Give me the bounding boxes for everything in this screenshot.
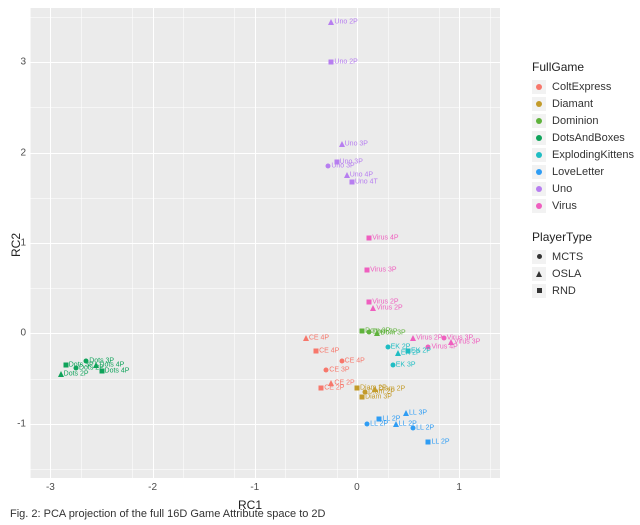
legend-item-game: LoveLetter <box>532 163 634 180</box>
data-point <box>349 179 354 184</box>
data-point-label: LL 2P <box>431 438 449 445</box>
data-point-label: Virus 3P <box>370 267 396 274</box>
data-point <box>406 349 411 354</box>
data-point <box>303 335 309 341</box>
data-point <box>58 371 64 377</box>
data-point-label: Diam 2P <box>378 386 405 393</box>
data-point-label: EK 2P <box>401 350 421 357</box>
data-point-label: Virus 3P <box>454 339 480 346</box>
data-point <box>326 164 331 169</box>
data-point <box>372 386 378 392</box>
data-point-label: CE 3P <box>329 366 349 373</box>
data-point <box>448 339 454 345</box>
data-point <box>324 367 329 372</box>
data-point <box>393 421 399 427</box>
x-tick: 0 <box>354 482 360 493</box>
y-tick: 2 <box>12 147 26 158</box>
x-tick: -1 <box>250 482 259 493</box>
data-point <box>360 328 365 333</box>
data-point <box>328 380 334 386</box>
data-point <box>339 141 345 147</box>
y-tick: -1 <box>12 418 26 429</box>
data-point <box>385 344 390 349</box>
data-point <box>328 19 334 25</box>
data-point <box>426 344 431 349</box>
data-point <box>365 421 370 426</box>
legend-playertype-title: PlayerType <box>532 230 634 244</box>
data-point <box>367 236 372 241</box>
data-point <box>360 394 365 399</box>
y-tick: 3 <box>12 57 26 68</box>
data-point <box>63 363 68 368</box>
legend-item-playertype: OSLA <box>532 265 634 282</box>
legend-item-playertype: RND <box>532 282 634 299</box>
data-point <box>377 417 382 422</box>
legend-item-game: Dominion <box>532 112 634 129</box>
data-point <box>344 172 350 178</box>
data-point-label: LL 3P <box>409 409 427 416</box>
data-point-label: LL 2P <box>416 425 434 432</box>
data-point <box>374 330 380 336</box>
data-point <box>411 426 416 431</box>
data-point-label: CE 4P <box>309 334 329 341</box>
data-point-label: Dots 4P <box>99 362 124 369</box>
data-point <box>354 385 359 390</box>
data-point-label: Dots 2P <box>64 371 89 378</box>
chart-figure: RC2 Uno 2PUno 2PUno 3PUno 3PUno 3PUno 4P… <box>0 0 640 525</box>
y-tick: 1 <box>12 238 26 249</box>
data-point <box>367 329 372 334</box>
data-point <box>403 410 409 416</box>
legend-item-playertype: MCTS <box>532 248 634 265</box>
data-point <box>334 159 339 164</box>
data-point <box>314 349 319 354</box>
data-point-label: CE 4P <box>345 357 365 364</box>
data-point-label: Virus 4P <box>372 235 398 242</box>
data-point-label: Uno 4P <box>350 172 373 179</box>
figure-caption: Fig. 2: PCA projection of the full 16D G… <box>10 508 326 520</box>
legend-item-game: ExplodingKittens <box>532 146 634 163</box>
data-point <box>73 365 78 370</box>
legend-item-game: Diamant <box>532 95 634 112</box>
legend-game-title: FullGame <box>532 60 634 74</box>
data-point <box>84 358 89 363</box>
x-tick: 1 <box>456 482 462 493</box>
legend-item-game: Uno <box>532 180 634 197</box>
x-tick: -2 <box>148 482 157 493</box>
data-point <box>99 369 104 374</box>
data-point <box>319 385 324 390</box>
data-point <box>370 305 376 311</box>
y-tick: 0 <box>12 328 26 339</box>
data-point-label: EK 3P <box>396 362 416 369</box>
data-point-label: Virus 2P <box>376 305 402 312</box>
data-point-label: Uno 3P <box>340 158 363 165</box>
data-point <box>410 335 416 341</box>
data-point <box>367 299 372 304</box>
legend-item-game: Virus <box>532 197 634 214</box>
data-point <box>329 60 334 65</box>
data-point <box>390 363 395 368</box>
data-point <box>441 335 446 340</box>
data-point-label: Dots 4P <box>105 368 130 375</box>
data-point <box>426 439 431 444</box>
x-tick: -3 <box>46 482 55 493</box>
legend: FullGame ColtExpressDiamantDominionDotsA… <box>532 60 634 299</box>
data-point <box>339 358 344 363</box>
legend-item-game: ColtExpress <box>532 78 634 95</box>
data-point <box>395 350 401 356</box>
plot-area: Uno 2PUno 2PUno 3PUno 3PUno 3PUno 4PUno … <box>30 8 500 478</box>
data-point <box>365 268 370 273</box>
data-point <box>93 362 99 368</box>
data-point-label: Uno 4T <box>355 178 378 185</box>
legend-item-game: DotsAndBoxes <box>532 129 634 146</box>
data-point-label: Uno 2P <box>334 18 357 25</box>
